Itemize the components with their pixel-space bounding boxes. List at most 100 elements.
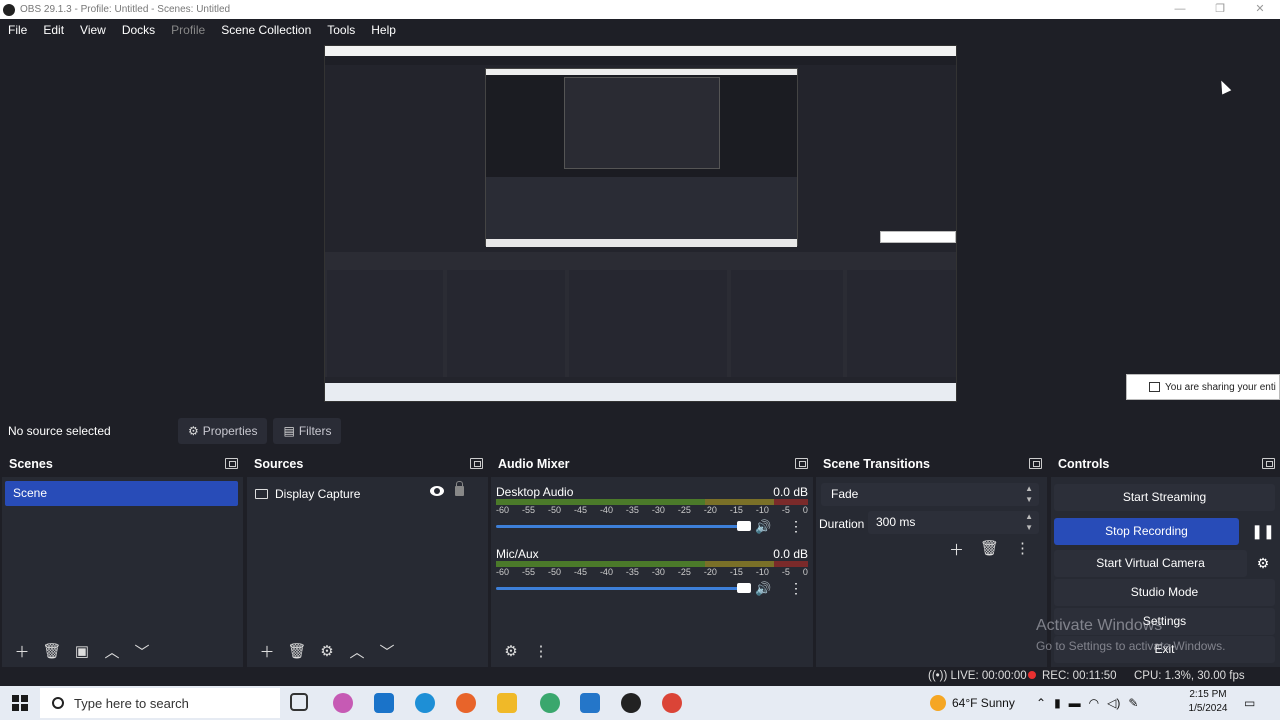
pen-icon[interactable]: ✎ — [1128, 696, 1138, 710]
undock-icon[interactable] — [795, 458, 808, 469]
rec-status: REC: 00:11:50 — [1028, 670, 1117, 682]
channel-name: Mic/Aux — [496, 547, 539, 561]
undock-icon[interactable] — [1029, 458, 1042, 469]
menu-bar: File Edit View Docks Profile Scene Colle… — [0, 19, 1280, 41]
minimize-button[interactable]: — — [1160, 0, 1200, 19]
scene-transitions-dock: Scene Transitions Fade ▲ ▼ Duration 300 m… — [816, 451, 1047, 667]
chrome-icon[interactable] — [662, 693, 682, 713]
menu-scene-collection[interactable]: Scene Collection — [221, 23, 311, 37]
speaker-icon[interactable]: 🔊 — [755, 581, 771, 597]
sources-dock: Sources Display Capture ＋ 🗑 ⚙ ︿ ﹀ — [247, 451, 488, 667]
mixer-channel-desktop-audio: Desktop Audio 0.0 dB -60 -55 -50 -45 -40 -35-… — [496, 485, 808, 545]
network-icon[interactable]: ◠ — [1089, 696, 1099, 710]
scene-transitions-header: Scene Transitions — [816, 451, 1047, 477]
firefox-icon[interactable] — [456, 693, 476, 713]
preview-canvas[interactable] — [324, 45, 957, 402]
menu-tools[interactable]: Tools — [327, 23, 355, 37]
remove-transition-button[interactable]: 🗑 — [973, 539, 1006, 560]
maximize-button[interactable]: ❐ — [1200, 0, 1240, 19]
menu-docks[interactable]: Docks — [122, 23, 155, 37]
properties-button[interactable]: ⚙ Properties — [178, 418, 268, 444]
screen-share-popup[interactable]: You are sharing your enti — [1126, 374, 1280, 400]
plus-icon: ＋ — [259, 643, 275, 661]
undock-icon[interactable] — [1262, 458, 1275, 469]
notifications-icon[interactable]: ▭ — [1244, 686, 1255, 720]
scene-list-item[interactable]: Scene — [5, 481, 238, 506]
scene-filters-button[interactable]: ▣ — [68, 639, 96, 663]
remove-source-button[interactable]: 🗑 — [283, 639, 311, 663]
menu-help[interactable]: Help — [371, 23, 396, 37]
add-source-button[interactable]: ＋ — [253, 639, 281, 663]
volume-slider-knob[interactable] — [737, 583, 751, 593]
menu-profile[interactable]: Profile — [171, 23, 205, 37]
move-scene-up-button[interactable]: ︿ — [98, 639, 126, 663]
app-icon-2[interactable] — [540, 693, 560, 713]
volume-slider[interactable] — [496, 521, 751, 531]
weather-widget[interactable]: 64°F Sunny — [930, 686, 1015, 720]
taskbar-clock[interactable]: 2:15 PM 1/5/2024 — [1184, 688, 1232, 716]
scenes-dock-title: Scenes — [9, 457, 53, 471]
vscode-icon[interactable] — [580, 693, 600, 713]
window-title: OBS 29.1.3 - Profile: Untitled - Scenes:… — [20, 4, 231, 15]
menu-view[interactable]: View — [80, 23, 106, 37]
file-explorer-icon[interactable] — [497, 693, 517, 713]
remove-scene-button[interactable]: 🗑 — [38, 639, 66, 663]
task-view-icon[interactable] — [290, 693, 308, 711]
scene-transitions-body: Fade ▲ ▼ Duration 300 ms ▲ ▼ ＋ 🗑 ⋮ — [816, 477, 1047, 667]
mail-icon[interactable] — [374, 693, 394, 713]
filters-label: Filters — [298, 424, 332, 438]
windows-start-icon[interactable] — [12, 695, 28, 711]
stop-recording-button[interactable]: Stop Recording — [1054, 518, 1239, 545]
chevron-up-icon[interactable]: ⌃ — [1036, 696, 1046, 710]
source-properties-button[interactable]: ⚙ — [313, 639, 341, 663]
obs-taskbar-icon[interactable] — [621, 693, 641, 713]
transition-select[interactable]: Fade ▲ ▼ — [821, 483, 1039, 506]
battery-icon[interactable]: ▬ — [1069, 696, 1081, 710]
channel-menu-button[interactable]: ⋮ — [788, 580, 804, 597]
clock-date: 1/5/2024 — [1188, 703, 1228, 714]
taskbar-search-box[interactable]: Type here to search — [40, 688, 280, 718]
volume-slider[interactable] — [496, 583, 751, 593]
duration-input[interactable]: 300 ms ▲ ▼ — [868, 511, 1039, 534]
move-source-down-button[interactable]: ﹀ — [373, 639, 401, 663]
gears-icon: ⚙ — [504, 643, 518, 660]
close-button[interactable]: ✕ — [1240, 0, 1280, 19]
channel-menu-button[interactable]: ⋮ — [788, 518, 804, 535]
menu-file[interactable]: File — [8, 23, 27, 37]
edge-icon[interactable] — [415, 693, 435, 713]
source-list-item[interactable]: Display Capture — [255, 481, 480, 506]
channel-db: 0.0 dB — [773, 485, 808, 499]
menu-edit[interactable]: Edit — [43, 23, 64, 37]
pause-recording-button[interactable]: ❚❚ — [1250, 518, 1276, 545]
start-streaming-button[interactable]: Start Streaming — [1054, 484, 1275, 511]
add-scene-button[interactable]: ＋ — [8, 639, 36, 663]
transition-menu-button[interactable]: ⋮ — [1006, 539, 1039, 560]
spinner-arrows-icon[interactable]: ▲ ▼ — [1025, 511, 1033, 533]
virtual-camera-settings-button[interactable]: ⚙ — [1250, 550, 1276, 577]
undock-icon[interactable] — [225, 458, 238, 469]
obs-logo-icon — [3, 3, 15, 16]
move-scene-down-button[interactable]: ﹀ — [128, 639, 156, 663]
transition-toolbar: ＋ 🗑 ⋮ — [940, 539, 1039, 560]
advanced-audio-button[interactable]: ⚙ — [497, 639, 525, 663]
volume-icon[interactable]: ◁) — [1107, 696, 1120, 710]
filters-button[interactable]: ▤ Filters — [273, 418, 342, 444]
visibility-eye-icon[interactable] — [430, 486, 444, 496]
app-icon-1[interactable] — [333, 693, 353, 713]
microphone-icon[interactable]: ▮ — [1054, 696, 1061, 710]
sources-dock-title: Sources — [254, 457, 304, 471]
volume-slider-knob[interactable] — [737, 521, 751, 531]
meter-ticks: -60 -55 -50 -45 -40 -35 -30 -25 -20 -15 -10 -5 0 — [496, 505, 808, 515]
preview-nested-capture — [485, 68, 798, 247]
start-virtual-camera-button[interactable]: Start Virtual Camera — [1054, 550, 1247, 577]
scenes-toolbar: ＋ 🗑 ▣ ︿ ﹀ — [2, 635, 243, 667]
speaker-icon[interactable]: 🔊 — [755, 519, 771, 535]
share-screen-icon — [1149, 382, 1160, 392]
undock-icon[interactable] — [470, 458, 483, 469]
studio-mode-button[interactable]: Studio Mode — [1054, 579, 1275, 606]
move-source-up-button[interactable]: ︿ — [343, 639, 371, 663]
lock-icon[interactable] — [455, 481, 464, 496]
add-transition-button[interactable]: ＋ — [940, 539, 973, 560]
mixer-menu-button[interactable]: ⋮ — [527, 639, 555, 663]
plus-icon: ＋ — [948, 542, 964, 559]
